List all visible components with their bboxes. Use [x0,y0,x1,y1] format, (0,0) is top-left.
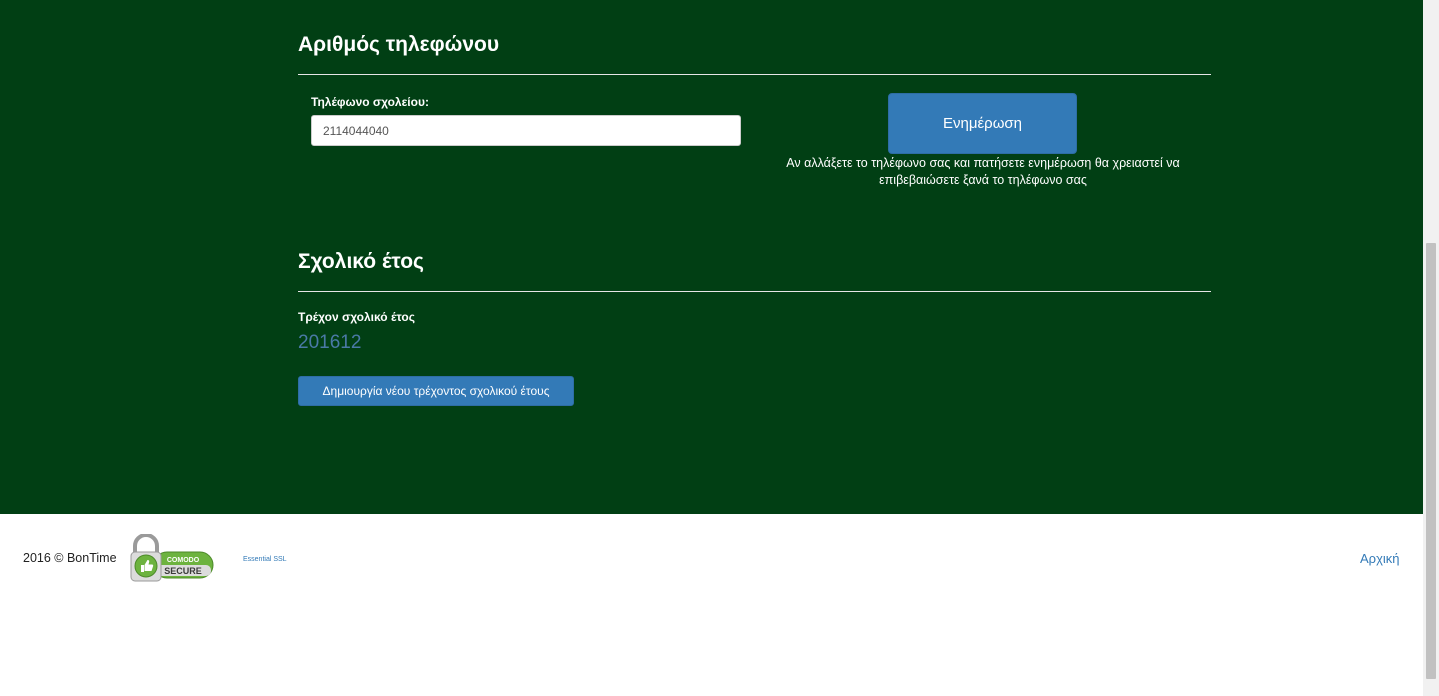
school-year-section-title: Σχολικό έτος [298,250,424,273]
school-phone-input[interactable] [311,115,741,146]
vertical-scrollbar[interactable] [1423,0,1439,696]
home-link[interactable]: Αρχική [1360,551,1400,566]
school-phone-label: Τηλέφωνο σχολείου: [311,95,429,109]
current-school-year-value: 201612 [298,332,362,353]
update-button[interactable]: Ενημέρωση [888,93,1077,154]
current-school-year-label: Τρέχον σχολικό έτος [298,310,415,324]
copyright-text: 2016 © BonTime [23,551,117,565]
main-content-area: Αριθμός τηλεφώνου Τηλέφωνο σχολείου: Ενη… [0,0,1423,514]
phone-section-divider [298,74,1211,75]
phone-section-title: Αριθμός τηλεφώνου [298,33,500,56]
essential-ssl-link[interactable]: Essential SSL [243,556,287,563]
scrollbar-thumb[interactable] [1426,243,1436,679]
phone-change-notice: Αν αλλάξετε το τηλέφωνο σας και πατήσετε… [786,156,1180,187]
badge-top-text: COMODO [167,557,200,564]
school-year-section-divider [298,291,1211,292]
badge-bottom-text: SECURE [164,566,202,576]
padlock-thumbs-up-icon: COMODO SECURE [130,533,214,582]
comodo-secure-badge[interactable]: COMODO SECURE [126,533,216,584]
create-new-school-year-button[interactable]: Δημιουργία νέου τρέχοντος σχολικού έτους [298,376,574,406]
